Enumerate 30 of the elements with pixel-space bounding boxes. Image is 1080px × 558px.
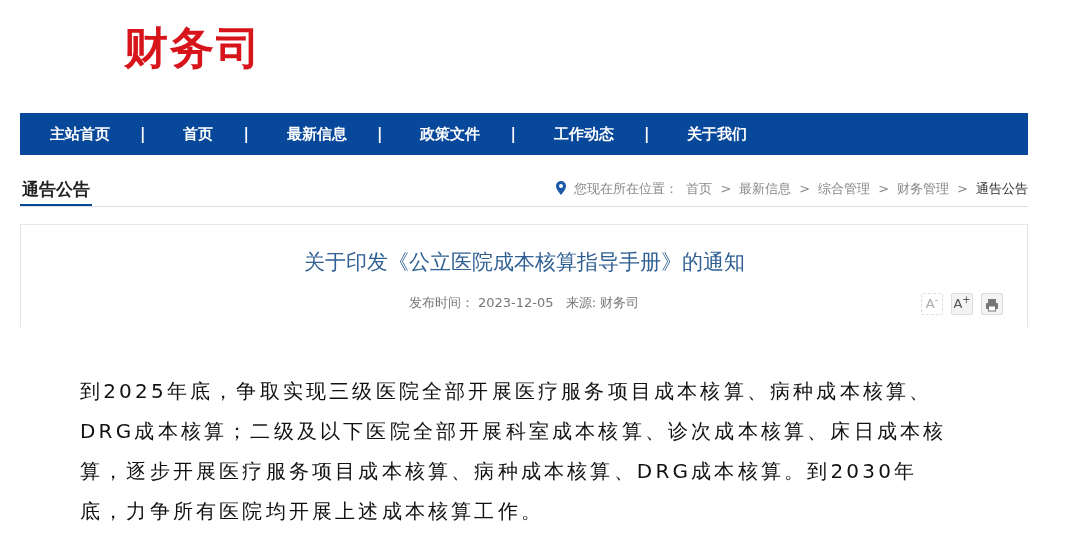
breadcrumb-separator: >	[957, 179, 968, 198]
location-pin-icon	[556, 181, 567, 196]
nav-separator: |	[376, 123, 383, 145]
nav-link-item[interactable]: 主站首页	[50, 122, 110, 146]
print-button[interactable]	[981, 293, 1003, 315]
breadcrumb-separator: >	[799, 179, 811, 198]
printer-icon	[985, 297, 999, 312]
nav-link-item[interactable]: 首页	[183, 122, 214, 146]
breadcrumb-separator: >	[720, 179, 732, 198]
nav-link-item[interactable]: 政策文件	[420, 122, 481, 146]
font-increase-button[interactable]: A$^{+}$	[951, 293, 973, 315]
section-title: 通告公告	[20, 174, 92, 206]
article-title: 关于印发《公立医院成本核算指导手册》的通知	[303, 250, 745, 274]
breadcrumb-label: 您现在所在位置：	[574, 179, 679, 198]
nav-separator: |	[643, 123, 650, 145]
article-source: 来源: 财务司	[565, 294, 640, 310]
breadcrumb-link[interactable]: 财务管理	[897, 178, 950, 198]
article-excerpt: 到2025年底，争取实现三级医院全部开展医疗服务项目成本核算、病种成本核算、 DRG成本核算；二级及以下医院全部开展科室成本核算、诊次成本核算、床日成本核 算，逐步开展医疗服务项目成本核算、病种成本核算、DRG成本核算。到2030年 底，力争所有医院均开展上述成本核算工作。	[80, 378, 948, 525]
nav-link-item[interactable]: 最新信息	[286, 122, 347, 146]
breadcrumb-link[interactable]: 综合管理	[818, 178, 871, 198]
nav-link-item[interactable]: 工作动态	[553, 122, 614, 146]
nav-separator: |	[243, 123, 249, 145]
nav-separator: |	[510, 123, 516, 145]
breadcrumb-link[interactable]: 最新信息	[739, 178, 792, 198]
nav-separator: |	[140, 123, 146, 145]
site-logo: 财务司	[124, 26, 263, 70]
breadcrumb-link[interactable]: 首页	[686, 178, 713, 198]
nav-link-item[interactable]: 关于我们	[687, 122, 748, 146]
article-meta: 发布时间： 2023-12-05	[408, 294, 554, 310]
breadcrumb-separator: >	[878, 179, 890, 198]
